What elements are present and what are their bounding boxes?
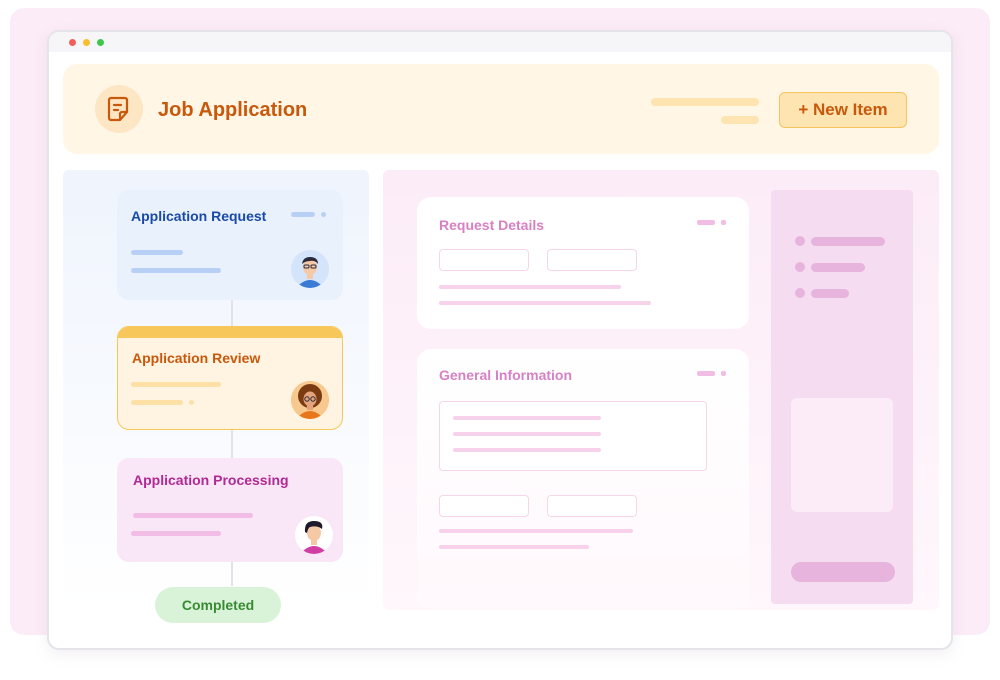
step-title: Application Request bbox=[131, 208, 267, 224]
step-card-application-request[interactable]: Application Request bbox=[117, 190, 343, 300]
header-placeholder-line bbox=[721, 116, 759, 124]
close-window-button[interactable] bbox=[69, 39, 76, 46]
bullet-dot bbox=[795, 236, 805, 246]
maximize-window-button[interactable] bbox=[97, 39, 104, 46]
input-field[interactable] bbox=[439, 495, 529, 517]
input-field[interactable] bbox=[547, 249, 637, 271]
man-with-dark-hair-avatar bbox=[295, 516, 333, 554]
app-window: Job Application + New Item Application R… bbox=[47, 30, 953, 650]
text-area[interactable] bbox=[439, 401, 707, 471]
placeholder-line bbox=[453, 432, 601, 436]
bullet-dot bbox=[795, 288, 805, 298]
app-header: Job Application + New Item bbox=[63, 64, 939, 154]
placeholder-dot bbox=[721, 220, 726, 225]
step-connector bbox=[231, 430, 233, 458]
placeholder-line bbox=[439, 301, 651, 305]
placeholder-line bbox=[439, 285, 621, 289]
step-card-application-review[interactable]: Application Review bbox=[117, 326, 343, 430]
man-with-glasses-avatar bbox=[291, 250, 329, 288]
placeholder-line bbox=[811, 263, 865, 272]
general-information-card: General Information bbox=[417, 349, 749, 609]
bullet-dot bbox=[795, 262, 805, 272]
placeholder-line bbox=[131, 400, 183, 405]
header-placeholder-line bbox=[651, 98, 759, 106]
placeholder-dot bbox=[189, 400, 194, 405]
step-card-application-processing[interactable]: Application Processing bbox=[117, 458, 343, 562]
step-accent-bar bbox=[118, 327, 342, 338]
minimize-window-button[interactable] bbox=[83, 39, 90, 46]
request-details-card: Request Details bbox=[417, 197, 749, 329]
step-connector bbox=[231, 562, 233, 586]
placeholder-line bbox=[697, 220, 715, 225]
workflow-panel: Application Request Application Review A… bbox=[63, 170, 369, 623]
image-placeholder bbox=[791, 398, 893, 512]
document-icon bbox=[95, 85, 143, 133]
page-title: Job Application bbox=[158, 99, 308, 121]
form-panel: Request Details General Information bbox=[383, 170, 939, 610]
placeholder-dot bbox=[721, 371, 726, 376]
action-button[interactable] bbox=[791, 562, 895, 582]
placeholder-line bbox=[131, 382, 221, 387]
input-field[interactable] bbox=[439, 249, 529, 271]
section-title: Request Details bbox=[439, 217, 545, 233]
placeholder-line bbox=[453, 416, 601, 420]
new-item-button[interactable]: + New Item bbox=[779, 92, 907, 128]
placeholder-line bbox=[439, 529, 633, 533]
placeholder-line bbox=[131, 531, 221, 536]
side-panel bbox=[771, 190, 913, 604]
input-field[interactable] bbox=[547, 495, 637, 517]
placeholder-line bbox=[131, 268, 221, 273]
placeholder-line bbox=[439, 545, 589, 549]
step-title: Application Review bbox=[132, 350, 261, 366]
section-title: General Information bbox=[439, 367, 573, 383]
placeholder-line bbox=[697, 371, 715, 376]
placeholder-line bbox=[811, 289, 849, 298]
placeholder-line bbox=[811, 237, 885, 246]
title-bar bbox=[49, 32, 951, 52]
completed-badge: Completed bbox=[155, 587, 281, 623]
placeholder-line bbox=[133, 513, 253, 518]
woman-with-curly-hair-avatar bbox=[291, 381, 329, 419]
placeholder-dot bbox=[321, 212, 326, 217]
step-title: Application Processing bbox=[133, 472, 289, 488]
placeholder-line bbox=[453, 448, 601, 452]
placeholder-line bbox=[291, 212, 315, 217]
step-connector bbox=[231, 298, 233, 326]
placeholder-line bbox=[131, 250, 183, 255]
